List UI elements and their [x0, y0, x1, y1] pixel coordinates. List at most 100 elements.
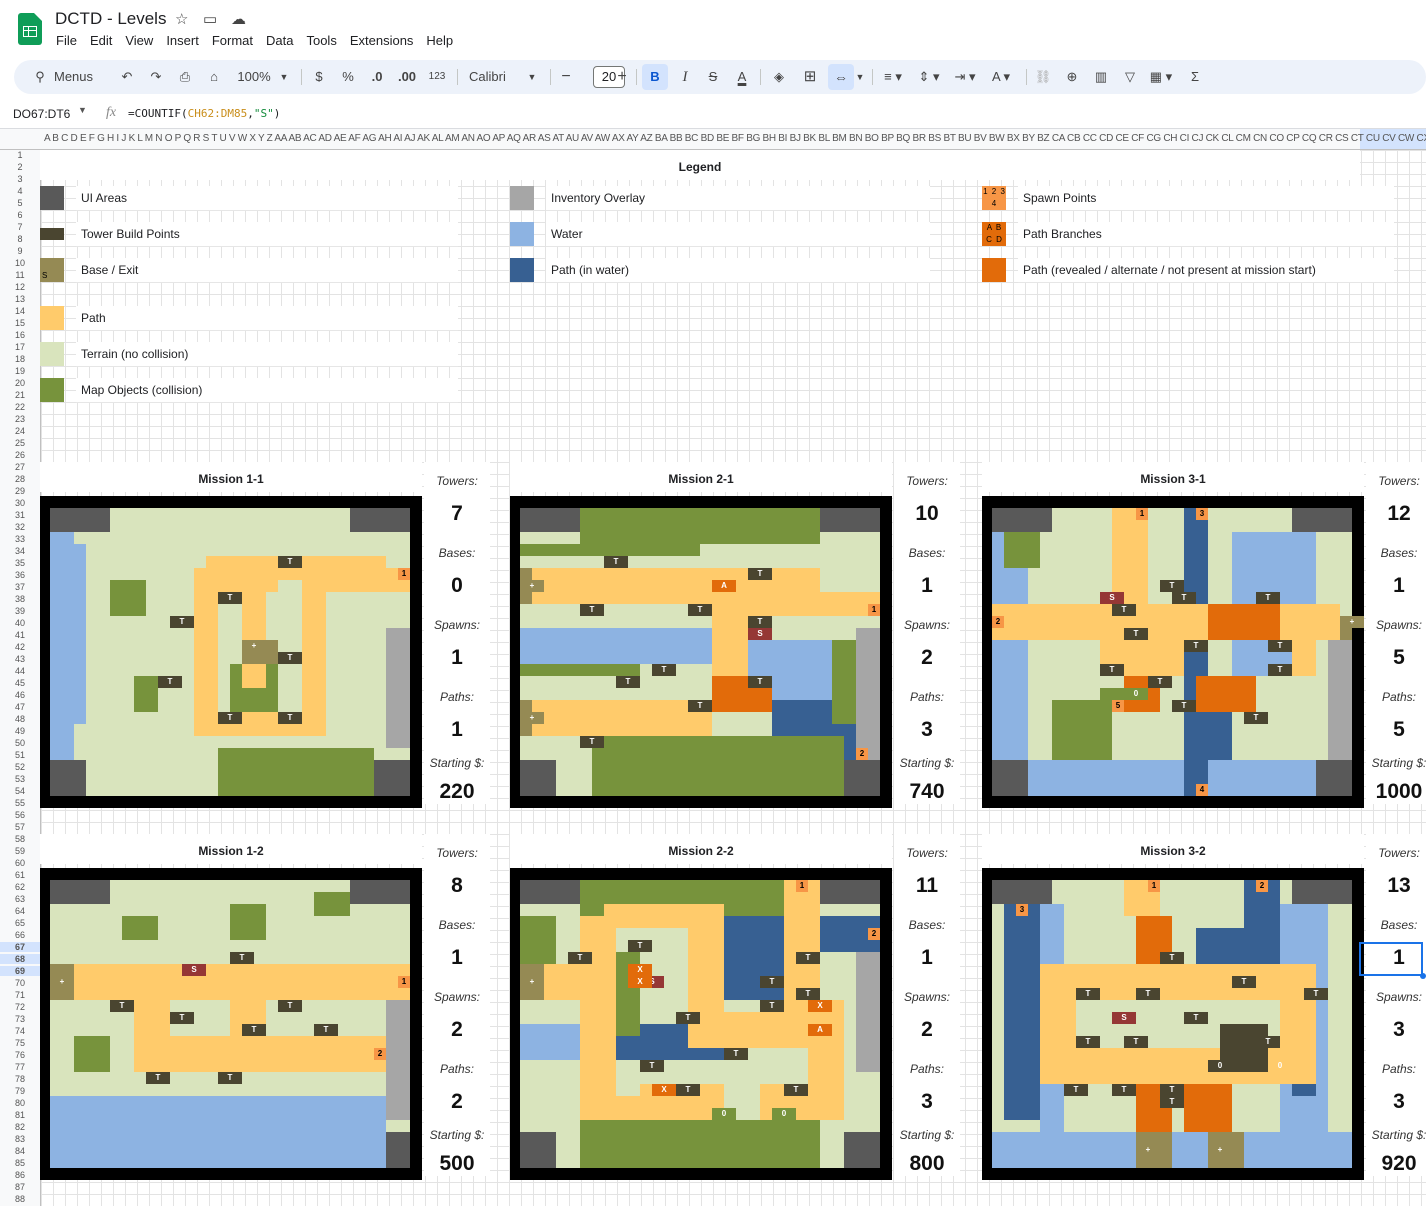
- row-number[interactable]: 47: [0, 702, 40, 712]
- decrease-font-size-button[interactable]: −: [559, 60, 573, 94]
- row-number[interactable]: 73: [0, 1014, 40, 1024]
- row-number[interactable]: 59: [0, 846, 40, 856]
- row-number[interactable]: 20: [0, 378, 40, 388]
- row-number[interactable]: 36: [0, 570, 40, 580]
- chevron-down-icon[interactable]: ▼: [78, 105, 87, 115]
- number-format-button[interactable]: 123: [425, 60, 449, 94]
- link-icon[interactable]: ⛓: [1034, 60, 1052, 94]
- row-number[interactable]: 33: [0, 534, 40, 544]
- row-number[interactable]: 23: [0, 414, 40, 424]
- row-number[interactable]: 57: [0, 822, 40, 832]
- undo-icon[interactable]: ↶: [118, 60, 136, 94]
- row-number[interactable]: 61: [0, 870, 40, 880]
- row-number[interactable]: 50: [0, 738, 40, 748]
- row-number[interactable]: 84: [0, 1146, 40, 1156]
- font-select[interactable]: Calibri: [469, 60, 529, 94]
- row-number[interactable]: 18: [0, 354, 40, 364]
- functions-icon[interactable]: Σ: [1186, 60, 1204, 94]
- row-number[interactable]: 68: [0, 954, 40, 964]
- row-number[interactable]: 87: [0, 1182, 40, 1192]
- menu-file[interactable]: File: [56, 33, 77, 48]
- row-number[interactable]: 72: [0, 1002, 40, 1012]
- row-number[interactable]: 64: [0, 906, 40, 916]
- row-number[interactable]: 21: [0, 390, 40, 400]
- chart-icon[interactable]: ▥: [1092, 60, 1110, 94]
- row-number[interactable]: 12: [0, 282, 40, 292]
- row-number[interactable]: 44: [0, 666, 40, 676]
- row-number[interactable]: 16: [0, 330, 40, 340]
- row-number[interactable]: 45: [0, 678, 40, 688]
- row-number[interactable]: 88: [0, 1194, 40, 1204]
- cloud-status-icon[interactable]: ☁: [231, 10, 246, 28]
- row-number[interactable]: 62: [0, 882, 40, 892]
- row-number[interactable]: 51: [0, 750, 40, 760]
- redo-icon[interactable]: ↷: [147, 60, 165, 94]
- row-number[interactable]: 71: [0, 990, 40, 1000]
- fill-color-icon[interactable]: ◈: [770, 60, 788, 94]
- row-number[interactable]: 48: [0, 714, 40, 724]
- name-box[interactable]: DO67:DT6: [13, 107, 70, 121]
- currency-format-button[interactable]: $: [311, 60, 327, 94]
- borders-icon[interactable]: ⊞: [801, 60, 819, 94]
- menu-edit[interactable]: Edit: [90, 33, 112, 48]
- row-number[interactable]: 19: [0, 366, 40, 376]
- row-number[interactable]: 37: [0, 582, 40, 592]
- select-all-corner[interactable]: [0, 129, 41, 150]
- row-number[interactable]: 55: [0, 798, 40, 808]
- row-number[interactable]: 86: [0, 1170, 40, 1180]
- row-number[interactable]: 32: [0, 522, 40, 532]
- move-folder-icon[interactable]: ▭: [203, 10, 217, 28]
- row-number[interactable]: 78: [0, 1074, 40, 1084]
- row-number[interactable]: 11: [0, 270, 40, 280]
- row-number[interactable]: 7: [0, 222, 40, 232]
- row-number[interactable]: 34: [0, 546, 40, 556]
- menu-view[interactable]: View: [125, 33, 153, 48]
- row-number[interactable]: 8: [0, 234, 40, 244]
- sheets-logo-icon[interactable]: [18, 13, 42, 45]
- menu-format[interactable]: Format: [212, 33, 253, 48]
- row-number[interactable]: 63: [0, 894, 40, 904]
- document-title[interactable]: DCTD - Levels: [55, 9, 166, 29]
- row-number[interactable]: 2: [0, 162, 40, 172]
- search-icon[interactable]: ⚲: [32, 60, 48, 94]
- rotate-icon[interactable]: A ▾: [986, 60, 1016, 94]
- row-number[interactable]: 69: [0, 966, 40, 976]
- row-number[interactable]: 58: [0, 834, 40, 844]
- row-number[interactable]: 31: [0, 510, 40, 520]
- row-number[interactable]: 30: [0, 498, 40, 508]
- row-number[interactable]: 77: [0, 1062, 40, 1072]
- row-number[interactable]: 43: [0, 654, 40, 664]
- row-number[interactable]: 79: [0, 1086, 40, 1096]
- print-icon[interactable]: ⎙: [176, 60, 194, 94]
- menu-tools[interactable]: Tools: [306, 33, 336, 48]
- merge-cells-icon[interactable]: ⇔: [828, 64, 854, 90]
- percent-format-button[interactable]: %: [340, 60, 356, 94]
- align-icon[interactable]: ≡ ▾: [878, 60, 908, 94]
- filter-icon[interactable]: ▽: [1121, 60, 1139, 94]
- menus-search[interactable]: Menus: [54, 60, 98, 94]
- row-number[interactable]: 38: [0, 594, 40, 604]
- row-number[interactable]: 17: [0, 342, 40, 352]
- row-number[interactable]: 67: [0, 942, 40, 952]
- row-number[interactable]: 22: [0, 402, 40, 412]
- row-number[interactable]: 39: [0, 606, 40, 616]
- menu-data[interactable]: Data: [266, 33, 293, 48]
- row-number[interactable]: 25: [0, 438, 40, 448]
- row-number[interactable]: 27: [0, 462, 40, 472]
- menu-extensions[interactable]: Extensions: [350, 33, 414, 48]
- row-number[interactable]: 42: [0, 642, 40, 652]
- row-number[interactable]: 26: [0, 450, 40, 460]
- row-number[interactable]: 74: [0, 1026, 40, 1036]
- row-number[interactable]: 83: [0, 1134, 40, 1144]
- row-number[interactable]: 41: [0, 630, 40, 640]
- row-number[interactable]: 81: [0, 1110, 40, 1120]
- menu-insert[interactable]: Insert: [166, 33, 199, 48]
- row-number[interactable]: 13: [0, 294, 40, 304]
- row-number[interactable]: 70: [0, 978, 40, 988]
- row-number[interactable]: 49: [0, 726, 40, 736]
- comment-icon[interactable]: ⊕: [1063, 60, 1081, 94]
- increase-font-size-button[interactable]: +: [615, 60, 629, 94]
- strikethrough-icon[interactable]: S: [704, 60, 722, 94]
- row-number[interactable]: 56: [0, 810, 40, 820]
- row-number[interactable]: 15: [0, 318, 40, 328]
